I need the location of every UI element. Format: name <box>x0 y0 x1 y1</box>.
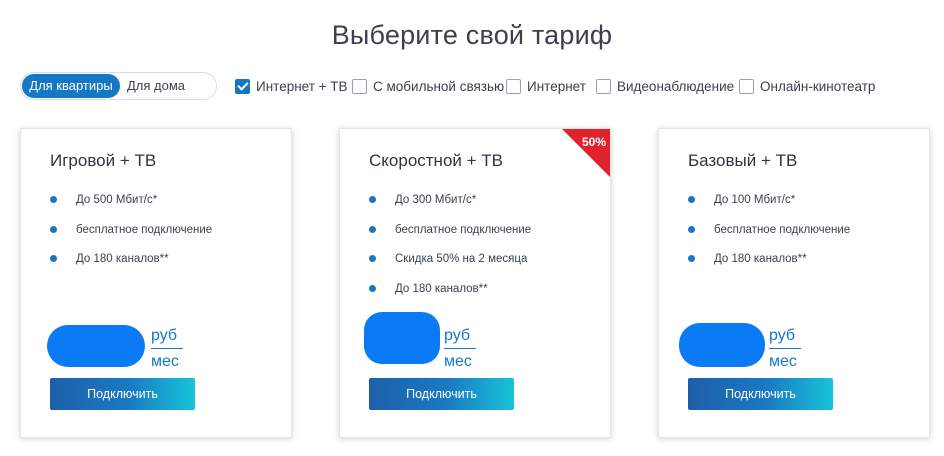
feature-item: До 180 каналов** <box>369 282 531 312</box>
feature-item: бесплатное подключение <box>688 223 850 253</box>
checkbox-checked-icon[interactable] <box>235 78 250 94</box>
feature-item: До 300 Мбит/с* <box>369 193 531 223</box>
feature-item: бесплатное подключение <box>50 223 212 253</box>
connect-button[interactable]: Подключить <box>369 378 514 410</box>
checkbox-icon[interactable] <box>596 78 611 94</box>
price-currency: руб <box>769 325 801 349</box>
feature-item: До 500 Мбит/с* <box>50 193 212 223</box>
discount-badge: 50% <box>581 135 606 149</box>
checkbox-icon[interactable] <box>739 78 754 94</box>
toggle-apartment[interactable]: Для квартиры <box>22 74 120 98</box>
feature-item: До 180 каналов** <box>50 252 212 282</box>
price-period: мес <box>444 353 472 370</box>
feature-item: бесплатное подключение <box>369 223 531 253</box>
price-redaction <box>679 323 765 367</box>
price-currency: руб <box>151 325 183 349</box>
feature-item: До 100 Мбит/с* <box>688 193 850 223</box>
tariff-card-speed: 50% Скоростной + ТВ До 300 Мбит/с* беспл… <box>339 128 611 438</box>
checkbox-icon[interactable] <box>352 78 367 94</box>
filter-video-surveillance[interactable]: Видеонаблюдение <box>596 77 734 95</box>
filter-label: Интернет + ТВ <box>256 78 348 94</box>
filter-online-cinema[interactable]: Онлайн-кинотеатр <box>739 77 875 95</box>
filter-internet-tv[interactable]: Интернет + ТВ <box>235 77 348 95</box>
filter-label: С мобильной связью <box>373 78 505 94</box>
filter-mobile[interactable]: С мобильной связью <box>352 77 504 95</box>
housing-type-toggle[interactable]: Для квартиры Для дома <box>20 72 217 100</box>
feature-list: До 500 Мбит/с* бесплатное подключение До… <box>50 193 212 282</box>
price-period: мес <box>769 353 797 370</box>
filter-internet[interactable]: Интернет <box>506 77 586 95</box>
feature-list: До 100 Мбит/с* бесплатное подключение До… <box>688 193 850 282</box>
price-period: мес <box>151 353 179 370</box>
tariff-card-gaming: Игровой + ТВ До 500 Мбит/с* бесплатное п… <box>20 128 292 438</box>
price-unit: руб мес <box>151 325 183 373</box>
filter-label: Видеонаблюдение <box>617 78 735 94</box>
price-unit: руб мес <box>769 325 801 373</box>
filter-label: Интернет <box>527 78 586 94</box>
feature-item: Скидка 50% на 2 месяца <box>369 252 531 282</box>
price-unit: руб мес <box>444 325 476 373</box>
card-title: Скоростной + ТВ <box>369 151 503 170</box>
feature-list: До 300 Мбит/с* бесплатное подключение Ск… <box>369 193 531 311</box>
page-title: Выберите свой тариф <box>331 20 613 50</box>
price-redaction <box>364 312 440 364</box>
price-redaction <box>47 325 145 367</box>
card-title: Базовый + ТВ <box>688 151 798 170</box>
toggle-house[interactable]: Для дома <box>127 74 185 98</box>
connect-button[interactable]: Подключить <box>688 378 833 410</box>
filter-label: Онлайн-кинотеатр <box>760 78 876 94</box>
feature-item: До 180 каналов** <box>688 252 850 282</box>
card-title: Игровой + ТВ <box>50 151 157 170</box>
price-currency: руб <box>444 325 476 349</box>
connect-button[interactable]: Подключить <box>50 378 195 410</box>
checkbox-icon[interactable] <box>506 78 521 94</box>
tariff-card-basic: Базовый + ТВ До 100 Мбит/с* бесплатное п… <box>658 128 930 438</box>
